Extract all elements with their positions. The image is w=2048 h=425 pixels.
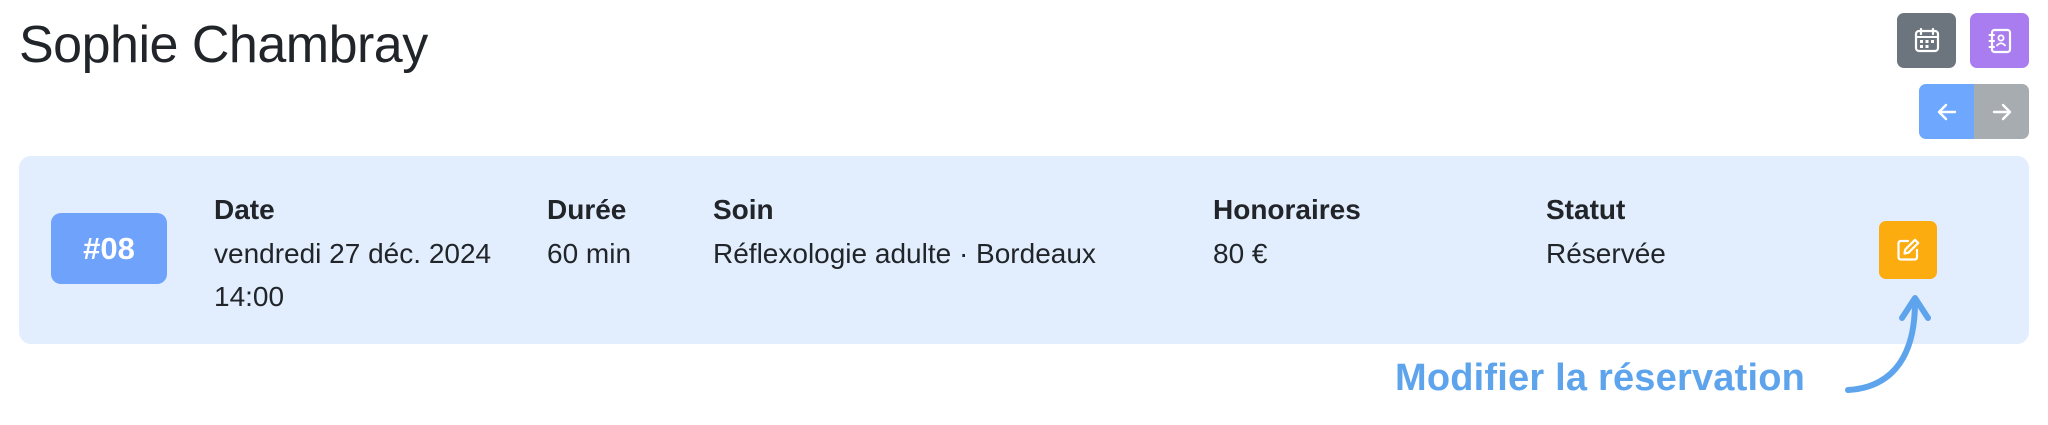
date-column: Date vendredi 27 déc. 2024 14:00: [214, 190, 494, 318]
booking-card: #08 Date vendredi 27 déc. 2024 14:00 Dur…: [19, 156, 2029, 344]
service-value: Réflexologie adulte · Bordeaux: [713, 238, 1096, 269]
status-value: Réservée: [1546, 238, 1666, 269]
arrow-right-icon: [1992, 103, 2011, 120]
arrow-left-icon: [1937, 103, 1956, 120]
booking-page: Sophie Chambray #08 Date vendredi 27 déc…: [0, 0, 2048, 425]
fee-value: 80 €: [1213, 238, 1268, 269]
status-column: Statut Réservée: [1546, 190, 1666, 275]
booking-number-badge: #08: [51, 213, 167, 284]
date-label: Date: [214, 194, 275, 225]
duration-column: Durée 60 min: [547, 190, 631, 275]
page-title: Sophie Chambray: [19, 16, 428, 74]
contacts-button[interactable]: [1970, 13, 2029, 68]
top-actions: [1897, 13, 2029, 68]
calendar-icon: [1914, 27, 1939, 52]
service-label: Soin: [713, 194, 774, 225]
edit-booking-button[interactable]: [1879, 221, 1937, 279]
curved-arrow-icon: [1845, 295, 1931, 393]
edit-icon: [1897, 238, 1920, 261]
fee-label: Honoraires: [1213, 194, 1361, 225]
next-button[interactable]: [1974, 84, 2029, 139]
pagination-nav: [1919, 84, 2029, 139]
address-book-icon: [1988, 28, 2011, 53]
service-column: Soin Réflexologie adulte · Bordeaux: [713, 190, 1096, 275]
duration-value: 60 min: [547, 238, 632, 269]
duration-label: Durée: [547, 194, 627, 225]
calendar-button[interactable]: [1897, 13, 1956, 68]
date-value: vendredi 27 déc. 2024 14:00: [214, 238, 492, 312]
previous-button[interactable]: [1919, 84, 1974, 139]
status-label: Statut: [1546, 194, 1626, 225]
edit-booking-annotation: Modifier la réservation: [1395, 357, 1806, 399]
fee-column: Honoraires 80 €: [1213, 190, 1361, 275]
